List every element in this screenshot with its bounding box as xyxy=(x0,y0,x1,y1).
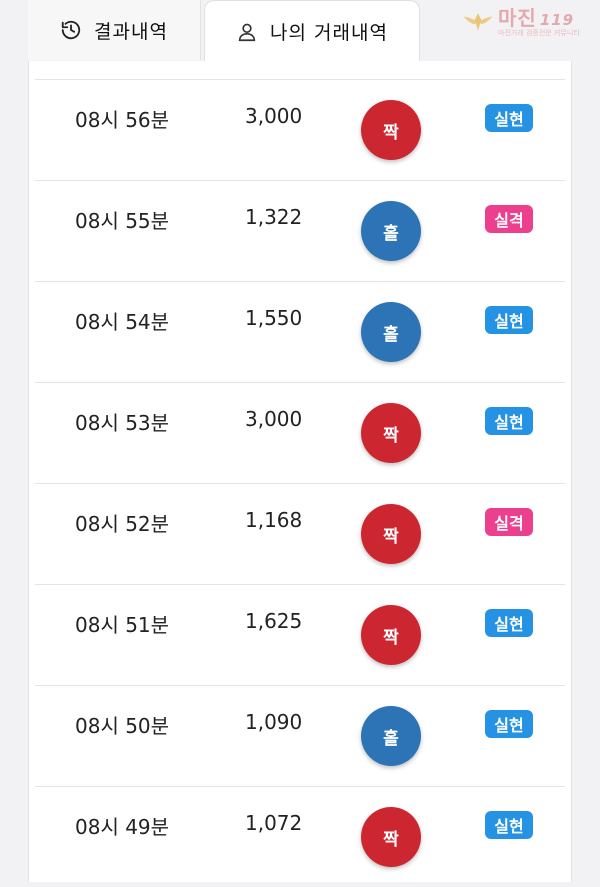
transaction-time: 08시 56분 xyxy=(75,108,170,132)
transaction-amount: 3,000 xyxy=(245,407,303,431)
transactions-list: 08시 56분 3,000 짝 실현 08시 55분 1,322 홀 실격 08시 54분 1,5… xyxy=(29,79,571,887)
watermark-subtitle: 마진거래 검증전문 커뮤니티 xyxy=(498,28,580,37)
transaction-time: 08시 54분 xyxy=(75,310,170,334)
transaction-time: 08시 52분 xyxy=(75,512,170,536)
pick-ball: 홀 xyxy=(361,706,421,766)
transaction-amount: 1,090 xyxy=(245,710,303,734)
result-badge: 실격 xyxy=(485,508,533,536)
wing-badge-icon xyxy=(463,13,493,31)
tab-bar: 결과내역 나의 거래내역 마진 119 마진거래 검증전문 커뮤니티 xyxy=(0,0,600,62)
transaction-row[interactable]: 08시 52분 1,168 짝 실격 xyxy=(35,483,565,584)
watermark-brand: 마진 xyxy=(498,5,537,30)
transaction-amount: 1,550 xyxy=(245,306,303,330)
transaction-row[interactable]: 08시 51분 1,625 짝 실현 xyxy=(35,584,565,685)
transaction-time: 08시 50분 xyxy=(75,714,170,738)
transaction-time: 08시 53분 xyxy=(75,411,170,435)
result-badge: 실현 xyxy=(485,104,533,132)
transaction-time: 08시 55분 xyxy=(75,209,170,233)
tab-results-label: 결과내역 xyxy=(94,20,168,43)
result-badge: 실현 xyxy=(485,710,533,738)
pick-ball: 짝 xyxy=(361,403,421,463)
result-badge: 실현 xyxy=(485,306,533,334)
pick-ball: 홀 xyxy=(361,201,421,261)
transaction-amount: 3,000 xyxy=(245,104,303,128)
transaction-row[interactable]: 08시 50분 1,090 홀 실현 xyxy=(35,685,565,786)
transaction-row[interactable]: 08시 54분 1,550 홀 실현 xyxy=(35,281,565,382)
pick-ball: 짝 xyxy=(361,504,421,564)
transaction-row[interactable]: 08시 49분 1,072 짝 실현 xyxy=(35,786,565,887)
transaction-amount: 1,625 xyxy=(245,609,303,633)
transaction-row[interactable]: 08시 56분 3,000 짝 실현 xyxy=(35,79,565,180)
transaction-row[interactable]: 08시 55분 1,322 홀 실격 xyxy=(35,180,565,281)
pick-ball: 짝 xyxy=(361,100,421,160)
transaction-row[interactable]: 08시 53분 3,000 짝 실현 xyxy=(35,382,565,483)
result-badge: 실현 xyxy=(485,811,533,839)
user-icon xyxy=(236,21,258,43)
watermark-suffix: 119 xyxy=(539,10,575,29)
tab-my-transactions[interactable]: 나의 거래내역 xyxy=(204,0,420,62)
pick-ball: 홀 xyxy=(361,302,421,362)
transaction-amount: 1,168 xyxy=(245,508,303,532)
transaction-amount: 1,322 xyxy=(245,205,303,229)
transaction-time: 08시 51분 xyxy=(75,613,170,637)
history-icon xyxy=(60,19,82,41)
result-badge: 실현 xyxy=(485,609,533,637)
result-badge: 실격 xyxy=(485,205,533,233)
result-badge: 실현 xyxy=(485,407,533,435)
transaction-time: 08시 49분 xyxy=(75,815,170,839)
tab-results-history[interactable]: 결과내역 xyxy=(28,0,201,60)
transaction-amount: 1,072 xyxy=(245,811,303,835)
tab-mine-label: 나의 거래내역 xyxy=(270,22,388,44)
transactions-panel: 08시 56분 3,000 짝 실현 08시 55분 1,322 홀 실격 08시 54분 1,5… xyxy=(28,61,572,882)
pick-ball: 짝 xyxy=(361,807,421,867)
watermark-logo: 마진 119 마진거래 검증전문 커뮤니티 xyxy=(462,4,592,40)
pick-ball: 짝 xyxy=(361,605,421,665)
